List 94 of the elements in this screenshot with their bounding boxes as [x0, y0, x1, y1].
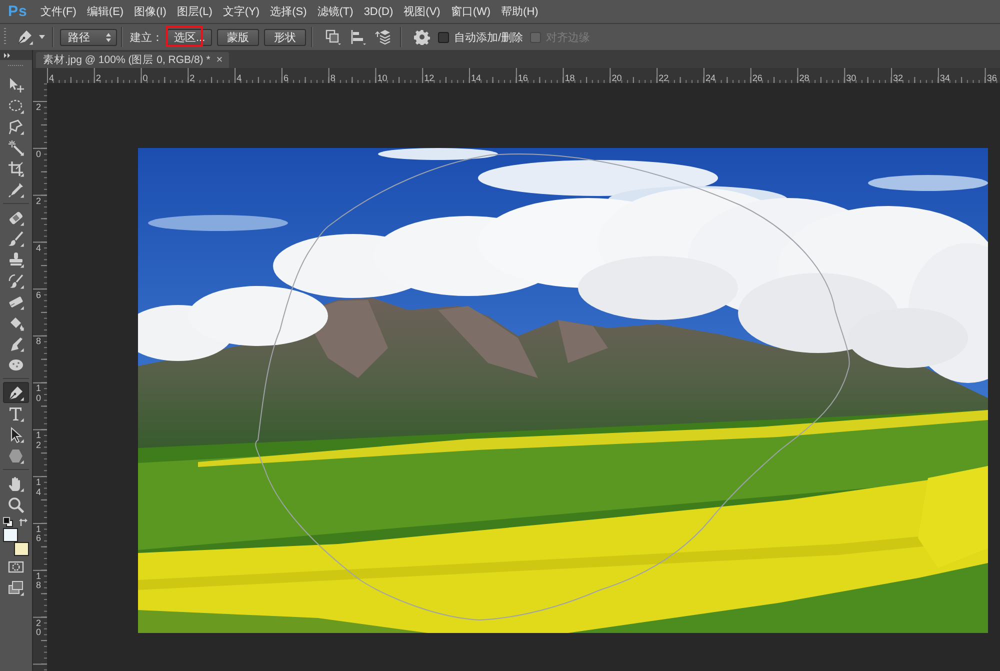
path-alignment-button[interactable] [349, 28, 368, 46]
ruler-label: 14 [36, 478, 41, 497]
caret-icon [39, 35, 45, 39]
ruler-label: 32 [893, 73, 904, 83]
ruler-label: 36 [986, 73, 997, 83]
make-button[interactable]: 蒙版 [217, 28, 260, 46]
ruler-label: 18 [564, 73, 575, 83]
make-label: 建立： [130, 30, 163, 44]
menu-item[interactable]: 编辑(E) [86, 4, 124, 19]
ruler-label: 18 [36, 572, 41, 591]
grip-handle[interactable] [8, 65, 24, 66]
arrow-cursor-icon [8, 426, 24, 442]
magnifier-icon [8, 496, 24, 512]
ruler-label: 10 [36, 384, 41, 404]
hand-icon [8, 476, 24, 492]
ruler-label: 4 [49, 73, 54, 83]
history-brush-icon [8, 272, 24, 288]
ruler-label: 16 [36, 525, 41, 544]
ruler-label: 20 [36, 618, 41, 638]
checkbox[interactable] [438, 32, 450, 42]
ruler-label: 16 [518, 73, 528, 83]
up-down-arrow-icon [106, 32, 111, 42]
menu-item[interactable]: 滤镜(T) [317, 4, 354, 19]
ruler-label: 14 [471, 73, 482, 83]
brush-icon [8, 230, 24, 246]
menu-item[interactable]: 图层(L) [176, 4, 212, 19]
pen-icon [17, 29, 33, 45]
menu-item[interactable]: 窗口(W) [450, 4, 491, 19]
crop-icon [8, 160, 24, 176]
ruler-label: 26 [752, 73, 762, 83]
menu-item[interactable]: 3D(D) [364, 6, 394, 18]
ruler-label: 24 [705, 73, 716, 83]
align-bars-icon [350, 29, 366, 45]
magic-wand-icon [8, 140, 24, 156]
sponge-icon [8, 356, 24, 372]
ruler-label: 22 [658, 73, 669, 83]
paint-bucket-icon [8, 314, 24, 330]
ruler-label: 8 [330, 73, 336, 83]
menu-item[interactable]: 帮助(H) [501, 4, 538, 19]
make-button[interactable]: 形状 [264, 28, 306, 46]
pen-tool[interactable] [3, 382, 29, 403]
ruler-label: 4 [36, 244, 41, 254]
ruler-label: 2 [36, 196, 41, 206]
ruler-label: 20 [612, 73, 622, 83]
ruler-label: 2 [36, 103, 41, 112]
move-icon [8, 76, 24, 92]
collapse-icon[interactable] [4, 52, 11, 58]
ruler-label: 6 [36, 290, 41, 300]
menu-item[interactable]: 文字(Y) [222, 4, 260, 19]
menu-item[interactable]: 文件(F) [40, 4, 76, 19]
pen-path[interactable] [255, 154, 850, 620]
eyedropper-icon [8, 182, 24, 198]
ellipse-marquee-icon [8, 98, 24, 114]
default-colors-icon[interactable] [3, 516, 13, 526]
pen-icon [8, 384, 24, 400]
ruler-label: 28 [799, 73, 810, 83]
close-button[interactable]: × [216, 54, 223, 66]
path-mode-dropdown[interactable]: 路径 [60, 28, 117, 46]
menu-item[interactable]: 视图(V) [404, 4, 440, 19]
ruler-label: 8 [36, 337, 41, 347]
swap-arrow-icon[interactable] [19, 516, 29, 526]
settings-button[interactable] [413, 28, 432, 46]
lasso-icon [8, 118, 24, 134]
ruler-label: 0 [36, 150, 41, 160]
type-icon [8, 406, 24, 422]
menu-item[interactable]: 图像(I) [134, 4, 166, 19]
ruler-label: 12 [424, 73, 434, 83]
ruler-label: 30 [846, 73, 856, 83]
path-arrangement-button[interactable] [374, 28, 392, 46]
overlapping-squares-icon [325, 29, 342, 45]
hexagon-icon [8, 448, 24, 464]
ruler-label: 10 [377, 73, 388, 83]
grip-handle[interactable] [4, 28, 6, 46]
make-button[interactable]: 选区... [167, 28, 212, 46]
finger-icon [8, 336, 24, 352]
screen-mode-icon [8, 580, 24, 596]
ruler-label: 34 [940, 73, 950, 83]
foreground-color-swatch[interactable] [3, 528, 18, 542]
app-logo: Ps [8, 3, 28, 20]
quick-mask-icon [8, 559, 24, 575]
background-color-swatch[interactable] [14, 542, 29, 556]
document-tab[interactable]: 素材.jpg @ 100% (图层 0, RGB/8) * × [36, 52, 229, 68]
settings-icon [414, 29, 430, 45]
stamp-icon [8, 252, 24, 268]
ruler-label: 12 [36, 431, 41, 450]
menu-item[interactable]: 选择(S) [270, 4, 307, 19]
ruler-label: 4 [236, 73, 242, 83]
ruler-label: 2 [190, 73, 195, 83]
checkbox-label: 自动添加/删除 [454, 30, 524, 44]
ruler-label: 6 [283, 73, 288, 83]
path-operations-button[interactable] [324, 28, 342, 46]
ruler-label: 2 [96, 73, 101, 83]
ruler-label: 0 [142, 73, 148, 83]
stacked-layers-icon [375, 29, 392, 45]
